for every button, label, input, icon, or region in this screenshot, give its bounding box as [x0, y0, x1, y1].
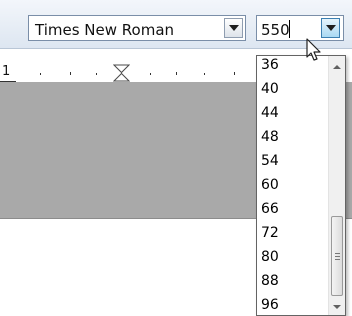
ruler-tick — [96, 73, 97, 75]
horizontal-ruler[interactable]: 1 — [0, 64, 258, 83]
dropdown-scrollbar[interactable] — [328, 56, 345, 315]
ruler-tick — [40, 73, 41, 75]
list-item[interactable]: 72 — [261, 224, 279, 243]
list-item[interactable]: 44 — [261, 104, 279, 123]
scrollbar-grip — [335, 256, 340, 257]
text-caret — [289, 20, 290, 38]
list-item[interactable]: 88 — [261, 272, 279, 291]
scrollbar-grip — [335, 253, 340, 254]
chevron-down-icon — [229, 25, 239, 31]
ruler-tick — [176, 72, 177, 75]
scrollbar-grip — [335, 259, 340, 260]
list-item[interactable]: 40 — [261, 80, 279, 99]
scrollbar-thumb[interactable] — [331, 216, 343, 296]
scroll-down-arrow-icon[interactable] — [333, 305, 341, 309]
list-item[interactable]: 66 — [261, 200, 279, 219]
list-item[interactable]: 36 — [261, 56, 279, 75]
font-size-dropdown-button[interactable] — [321, 18, 340, 38]
ruler-tick — [70, 72, 71, 75]
ruler-tick — [234, 72, 235, 75]
list-item[interactable]: 48 — [261, 128, 279, 147]
list-item[interactable]: 60 — [261, 176, 279, 195]
font-size-dropdown-list[interactable]: 36 40 44 48 54 60 66 72 80 88 96 — [256, 55, 346, 316]
list-item[interactable]: 54 — [261, 152, 279, 171]
mouse-pointer-icon — [306, 38, 321, 61]
ruler-label: 1 — [2, 64, 11, 79]
formatting-toolbar: Times New Roman 550 — [0, 0, 352, 49]
list-item[interactable]: 80 — [261, 248, 279, 267]
scroll-up-arrow-icon[interactable] — [333, 65, 341, 69]
chevron-down-icon — [326, 25, 336, 31]
font-name-value[interactable]: Times New Roman — [35, 21, 174, 39]
hourglass-indent-marker-icon[interactable] — [113, 64, 130, 82]
font-name-combobox[interactable]: Times New Roman — [28, 15, 246, 41]
ruler-tick — [204, 73, 205, 75]
font-name-dropdown-button[interactable] — [224, 18, 243, 38]
ruler-tick — [150, 73, 151, 75]
font-size-value[interactable]: 550 — [261, 21, 290, 39]
list-item[interactable]: 96 — [261, 296, 279, 315]
font-size-combobox[interactable]: 550 — [256, 15, 344, 41]
